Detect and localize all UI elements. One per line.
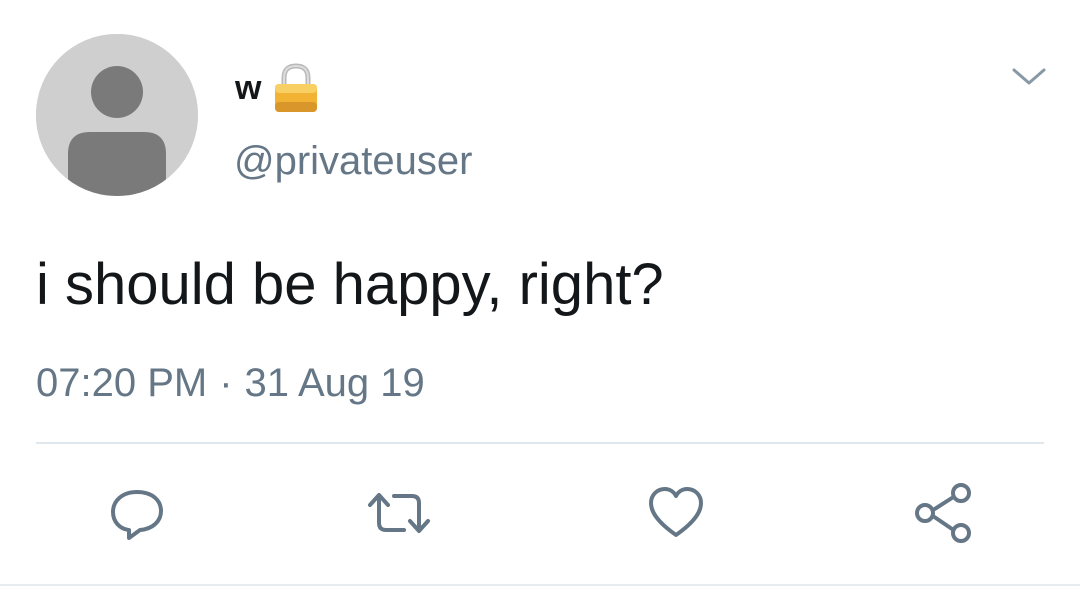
share-button[interactable] — [908, 478, 978, 548]
reply-button[interactable] — [102, 478, 172, 548]
tweet-date: 31 Aug 19 — [244, 361, 425, 405]
chevron-down-icon — [1012, 68, 1046, 85]
tweet-time: 07:20 PM — [36, 361, 208, 405]
tweet-actions — [0, 478, 1080, 548]
display-name-row: w — [235, 60, 321, 116]
bottom-border — [0, 584, 1080, 586]
tweet-card: w @privateuser i should be happy, right?… — [0, 0, 1080, 605]
default-profile-icon — [36, 34, 198, 196]
like-button[interactable] — [641, 478, 711, 548]
heart-icon — [649, 487, 703, 537]
retweet-button[interactable] — [364, 478, 434, 548]
tweet-menu-button[interactable] — [1008, 62, 1050, 92]
tweet-text: i should be happy, right? — [36, 252, 664, 317]
username[interactable]: @privateuser — [234, 138, 472, 184]
reply-icon — [111, 490, 163, 540]
display-name[interactable]: w — [235, 68, 261, 108]
divider — [36, 442, 1044, 444]
avatar[interactable] — [36, 34, 198, 196]
timestamp-separator: · — [219, 361, 233, 405]
share-icon — [915, 483, 971, 543]
lock-icon — [275, 63, 318, 112]
timestamp: 07:20 PM · 31 Aug 19 — [36, 360, 425, 406]
retweet-icon — [368, 493, 430, 533]
